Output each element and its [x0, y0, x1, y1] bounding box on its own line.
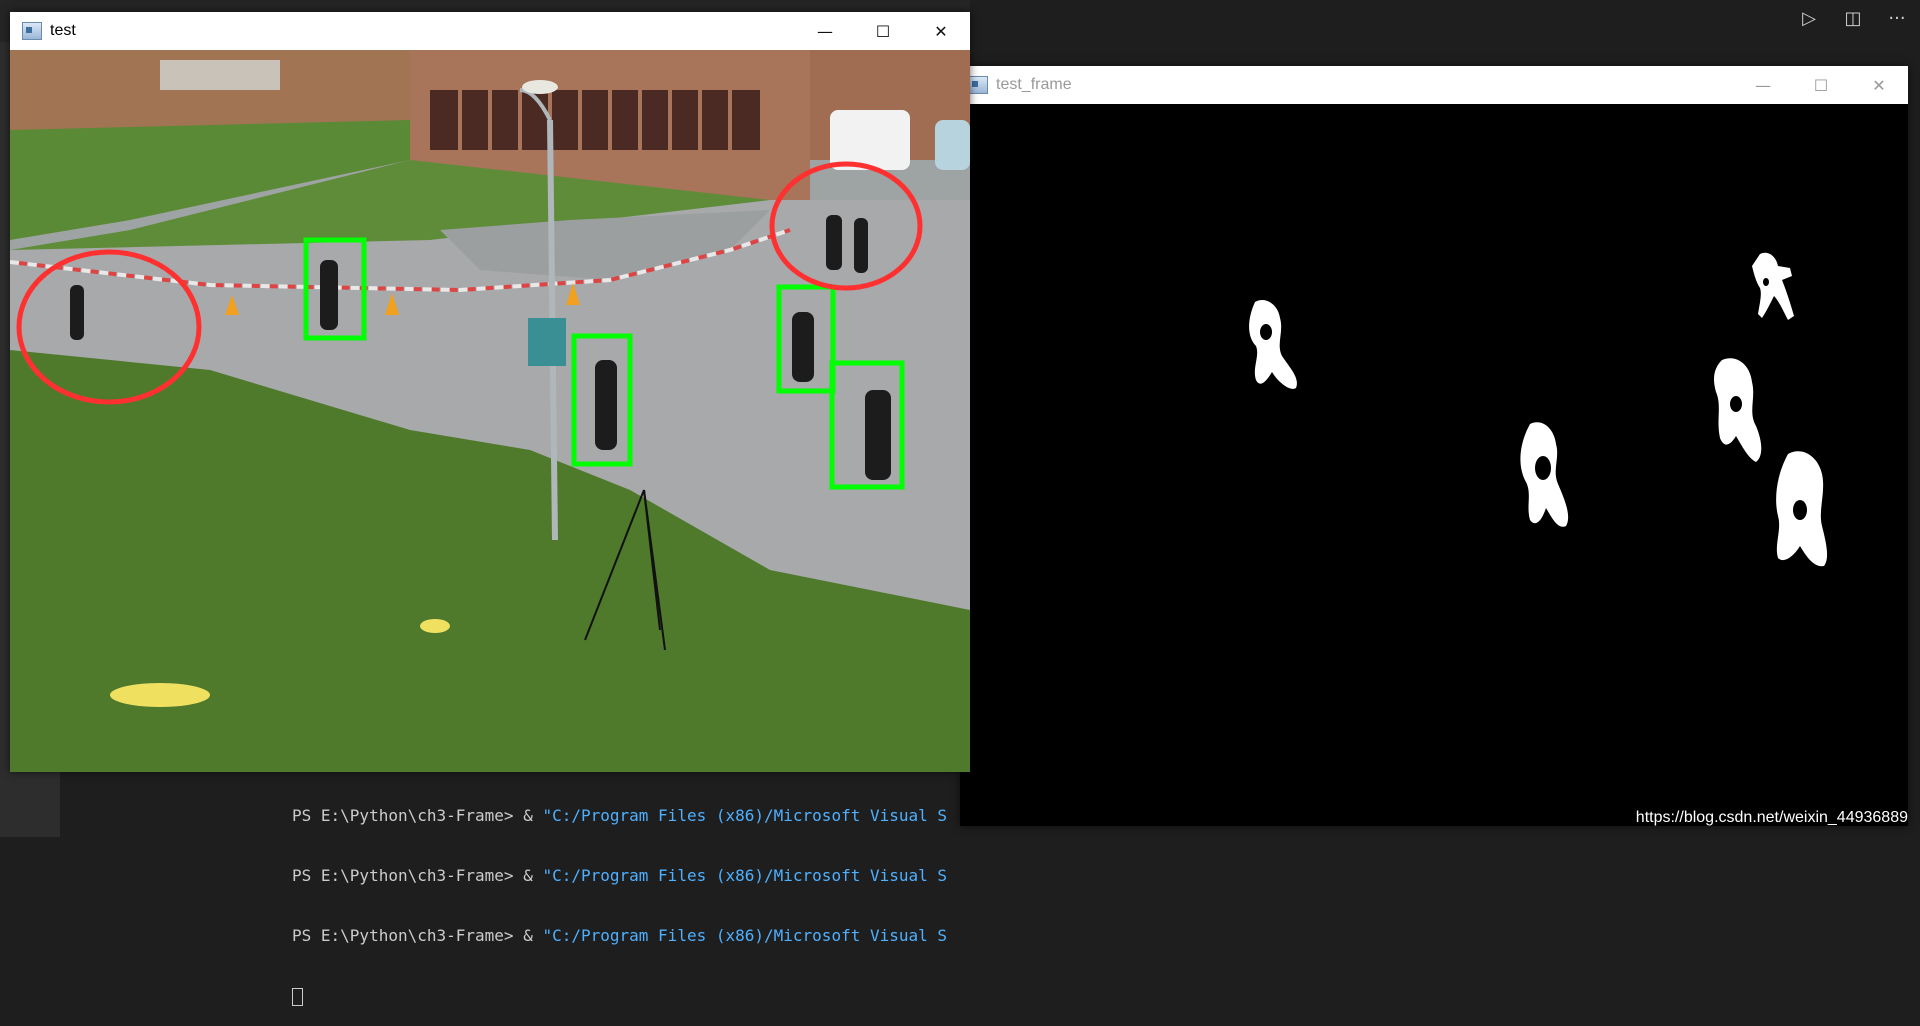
window-title: test_frame — [996, 76, 1072, 93]
mask-canvas — [960, 106, 1908, 826]
window-app-icon — [22, 22, 42, 40]
terminal-line: PS E:\Python\ch3-Frame> & "C:/Program Fi… — [292, 866, 948, 885]
more-icon[interactable]: ··· — [1886, 8, 1908, 29]
maximize-icon[interactable]: ☐ — [854, 12, 912, 50]
watermark-text: https://blog.csdn.net/weixin_44936889 — [1635, 809, 1908, 826]
terminal-cursor-line — [292, 986, 1272, 1006]
close-icon[interactable]: ✕ — [912, 12, 970, 50]
editor-actions: ▷ ◫ ··· — [1798, 8, 1908, 29]
minimize-icon[interactable]: — — [796, 12, 854, 50]
terminal-line: PS E:\Python\ch3-Frame> & "C:/Program Fi… — [292, 926, 948, 945]
minimize-icon[interactable]: — — [1734, 66, 1792, 104]
mask-titlebar[interactable]: test_frame — ☐ ✕ — [960, 66, 1908, 104]
terminal-cursor — [292, 987, 303, 1006]
window-title: test — [50, 22, 76, 39]
window-app-icon — [968, 76, 988, 94]
run-icon[interactable]: ▷ — [1798, 8, 1820, 29]
frame-titlebar[interactable]: test — ☐ ✕ — [10, 12, 970, 50]
maximize-icon[interactable]: ☐ — [1792, 66, 1850, 104]
split-editor-icon[interactable]: ◫ — [1842, 8, 1864, 29]
close-icon[interactable]: ✕ — [1850, 66, 1908, 104]
editor-tab-strip — [970, 0, 1920, 42]
mask-window[interactable]: test_frame — ☐ ✕ — [960, 66, 1908, 826]
foreground-mask — [960, 106, 1908, 826]
frame-window[interactable]: test — ☐ ✕ — [9, 12, 970, 772]
video-frame — [9, 50, 970, 772]
camera-scene — [9, 50, 970, 772]
